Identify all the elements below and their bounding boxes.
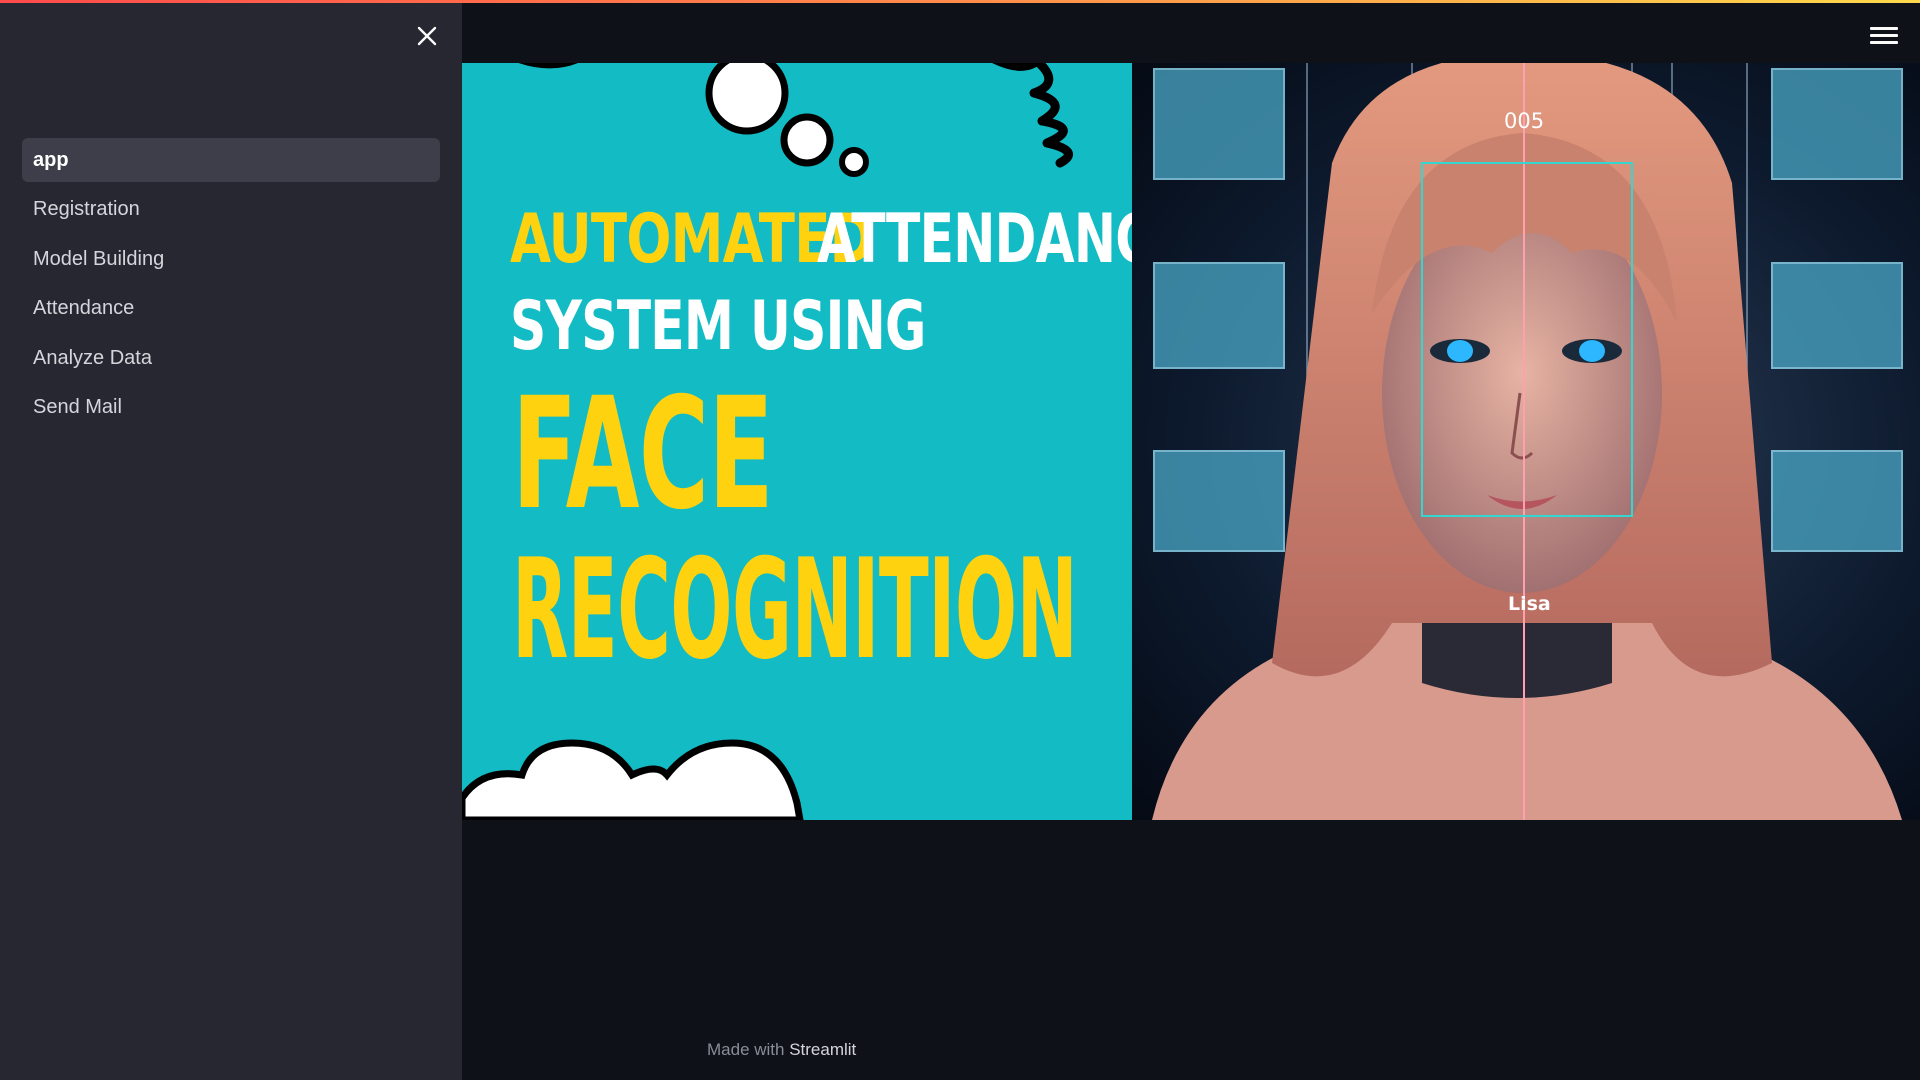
close-icon <box>417 26 437 46</box>
hamburger-menu-icon <box>1870 26 1898 30</box>
face-illustration-graphic <box>1152 63 1903 820</box>
close-sidebar-button[interactable] <box>409 20 445 52</box>
sidebar-item-label: Attendance <box>33 297 135 320</box>
sidebar-item-label: Send Mail <box>33 396 122 419</box>
sidebar: app Registration Model Building Attendan… <box>0 0 462 1080</box>
sidebar-item-label: Analyze Data <box>33 346 152 369</box>
sidebar-item-label: app <box>33 148 69 171</box>
sidebar-item-label: Model Building <box>33 247 165 270</box>
hero-line-system-using: SYSTEM USING <box>510 287 926 366</box>
main-menu-button[interactable] <box>1870 22 1898 48</box>
sidebar-item-registration[interactable]: Registration <box>22 188 440 232</box>
streamlit-link[interactable]: Streamlit <box>789 1040 856 1059</box>
sidebar-item-analyze-data[interactable]: Analyze Data <box>22 336 440 380</box>
hero-word-recognition: RECOGNITION <box>512 529 1078 690</box>
top-decoration-bar <box>0 0 1920 3</box>
hero-word-face: FACE <box>512 365 774 544</box>
footer: Made with Streamlit <box>707 1040 856 1060</box>
sidebar-item-model-building[interactable]: Model Building <box>22 237 440 281</box>
face-id-label: 005 <box>1504 109 1545 133</box>
hero-banner-image: AUTOMATED ATTENDANCE SYSTEM USING FACE R… <box>462 63 1920 820</box>
footer-prefix: Made with <box>707 1040 790 1059</box>
main-content: AUTOMATED ATTENDANCE SYSTEM USING FACE R… <box>462 0 1920 1080</box>
sidebar-item-label: Registration <box>33 198 140 221</box>
face-recognition-illustration: 005 Lisa <box>1132 63 1920 820</box>
sidebar-item-attendance[interactable]: Attendance <box>22 287 440 331</box>
sidebar-item-send-mail[interactable]: Send Mail <box>22 386 440 430</box>
sidebar-nav: app Registration Model Building Attendan… <box>22 138 440 436</box>
hero-title-panel: AUTOMATED ATTENDANCE SYSTEM USING FACE R… <box>462 63 1132 820</box>
hero-word-attendance: ATTENDANCE <box>817 200 1132 279</box>
sidebar-item-app[interactable]: app <box>22 138 440 182</box>
face-name-label: Lisa <box>1508 593 1551 615</box>
